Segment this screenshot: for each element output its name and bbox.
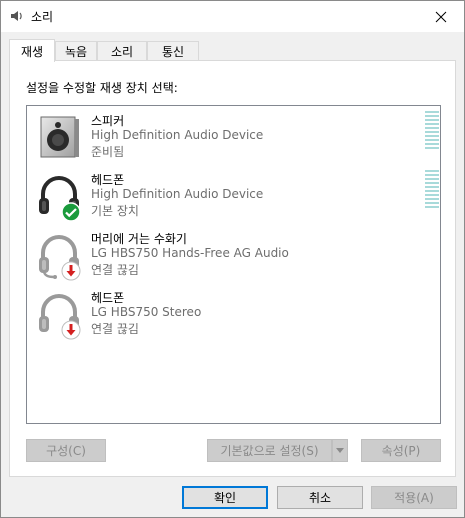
cancel-button[interactable]: 취소 <box>277 486 363 509</box>
default-check-icon <box>61 202 81 222</box>
set-default-dropdown[interactable] <box>332 439 348 462</box>
device-description: High Definition Audio Device <box>91 128 264 142</box>
device-description: High Definition Audio Device <box>91 187 264 201</box>
device-description: LG HBS750 Hands-Free AG Audio <box>91 246 289 260</box>
device-name: 헤드폰 <box>91 173 125 187</box>
speaker-app-icon <box>11 11 22 21</box>
disconnected-arrow-icon <box>61 261 81 281</box>
close-button[interactable] <box>418 1 464 32</box>
close-icon <box>435 11 447 22</box>
device-prompt: 설정을 수정할 재생 장치 선택: <box>26 81 178 95</box>
device-headset-handsfree[interactable]: 머리에 거는 수화기 LG HBS750 Hands-Free AG Audio… <box>27 227 440 285</box>
device-name: 머리에 거는 수화기 <box>91 232 187 246</box>
device-description: LG HBS750 Stereo <box>91 305 202 319</box>
title-bar: 소리 <box>1 1 464 32</box>
speaker-icon <box>40 116 79 158</box>
device-name: 헤드폰 <box>91 291 125 305</box>
tab-communications[interactable]: 통신 <box>147 41 199 61</box>
sound-dialog: 소리 재생 녹음 소리 통신 설정을 수정할 재생 장치 선택: 스피커 Hig… <box>0 0 465 518</box>
properties-button[interactable]: 속성(P) <box>361 439 441 462</box>
device-status: 연결 끊김 <box>91 263 139 277</box>
device-headphones-default[interactable]: 헤드폰 High Definition Audio Device 기본 장치 <box>27 168 440 226</box>
tab-strip: 재생 녹음 소리 통신 <box>1 32 464 62</box>
device-status: 준비됨 <box>91 145 125 159</box>
device-status: 기본 장치 <box>91 204 139 218</box>
window-title: 소리 <box>31 10 54 24</box>
tab-sounds[interactable]: 소리 <box>97 41 147 61</box>
device-status: 연결 끊김 <box>91 322 139 336</box>
playback-panel: 설정을 수정할 재생 장치 선택: 스피커 High Definition Au… <box>9 60 456 477</box>
tab-playback[interactable]: 재생 <box>9 39 55 62</box>
volume-level-meter <box>425 170 439 214</box>
apply-button[interactable]: 적용(A) <box>371 486 457 509</box>
device-list: 스피커 High Definition Audio Device 준비됨 헤드폰… <box>26 105 441 424</box>
chevron-down-icon <box>336 448 344 453</box>
device-headphones-stereo[interactable]: 헤드폰 LG HBS750 Stereo 연결 끊김 <box>27 286 440 344</box>
tab-recording[interactable]: 녹음 <box>55 41 97 61</box>
volume-level-meter <box>425 111 439 155</box>
device-speaker[interactable]: 스피커 High Definition Audio Device 준비됨 <box>27 109 440 167</box>
configure-button[interactable]: 구성(C) <box>26 439 106 462</box>
disconnected-arrow-icon <box>61 320 81 340</box>
set-default-button[interactable]: 기본값으로 설정(S) <box>207 439 332 462</box>
device-name: 스피커 <box>91 114 125 128</box>
ok-button[interactable]: 확인 <box>182 486 268 509</box>
